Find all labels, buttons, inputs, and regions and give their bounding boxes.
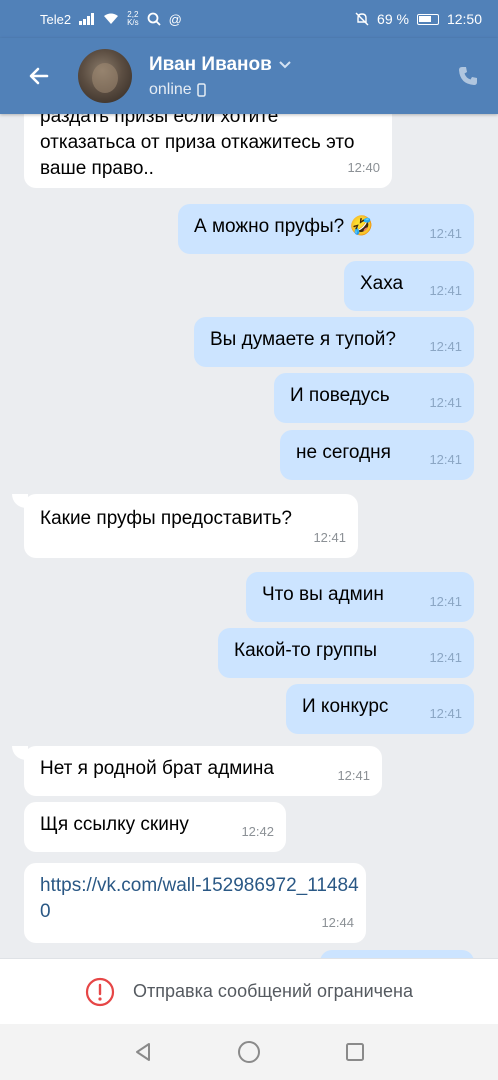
battery-percent: 69 % <box>377 11 409 27</box>
message-bubble-out[interactable]: Хаха 12:41 <box>344 261 474 311</box>
back-button[interactable] <box>0 38 78 114</box>
message-text: И поведусь <box>290 385 390 406</box>
restriction-text: Отправка сообщений ограничена <box>133 981 413 1001</box>
avatar[interactable] <box>78 49 132 103</box>
nav-recents-button[interactable] <box>335 1032 375 1072</box>
message-time: 12:40 <box>347 160 380 175</box>
message-bubble-out[interactable]: И поведусь 12:41 <box>274 373 474 423</box>
carrier-label: Tele2 <box>40 11 72 27</box>
system-nav-bar <box>0 1024 498 1080</box>
signal-icon <box>79 13 95 25</box>
message-text: Какой-то группы <box>234 640 378 661</box>
message-bubble-out[interactable]: не сегодня 12:41 <box>280 430 474 480</box>
message-time: 12:41 <box>429 650 462 665</box>
message-text: Хаха <box>360 273 404 294</box>
message-time: 12:41 <box>429 283 462 298</box>
battery-icon <box>416 13 439 25</box>
message-time: 12:41 <box>429 594 462 609</box>
contact-info[interactable]: Иван Иванов online <box>149 54 438 99</box>
message-text: Вы думаете я тупой? <box>210 329 396 350</box>
back-triangle-icon <box>136 1043 150 1061</box>
mute-bell-icon <box>355 12 369 26</box>
messaging-restricted-banner: Отправка сообщений ограничена <box>0 958 498 1024</box>
message-time: 12:41 <box>429 452 462 467</box>
contact-status: online <box>149 80 192 98</box>
clock: 12:50 <box>446 11 482 27</box>
message-text: Что вы админ <box>262 584 384 605</box>
message-text: Какие пруфы предоставить? <box>40 508 292 529</box>
call-button[interactable] <box>438 64 498 88</box>
message-time: 12:44 <box>321 915 354 930</box>
message-time: 12:41 <box>337 768 370 783</box>
message-bubble-in[interactable]: Нет я родной брат админа 12:41 <box>24 746 382 796</box>
message-text: И конкурс <box>302 696 389 717</box>
chat-header: Иван Иванов online <box>0 38 498 114</box>
message-bubble-out[interactable]: Что вы админ 12:41 <box>246 572 474 622</box>
message-bubble-out[interactable]: Вы думаете я тупой? 12:41 <box>194 317 474 367</box>
message-bubble-in[interactable]: раздать призы если хотите отказатьса от … <box>24 114 392 188</box>
message-bubble-out[interactable]: И конкурс 12:41 <box>286 684 474 734</box>
wifi-icon <box>103 13 119 25</box>
message-bubble-in[interactable]: Щя ссылку скину 12:42 <box>24 802 286 852</box>
message-text: А можно пруфы? 🤣 <box>194 216 374 237</box>
message-time: 12:41 <box>429 706 462 721</box>
contact-name: Иван Иванов <box>149 53 272 75</box>
message-bubble-in[interactable]: https://vk.com/wall-152986972_114840 12:… <box>24 863 366 943</box>
error-circle-icon <box>85 977 115 1006</box>
message-time: 12:41 <box>313 530 346 545</box>
message-text: Щя ссылку скину <box>40 814 189 835</box>
network-speed: 2,2 K/s <box>127 10 139 27</box>
partial-bubble-out <box>320 950 474 958</box>
nav-home-button[interactable] <box>229 1032 269 1072</box>
message-bubble-out[interactable]: А можно пруфы? 🤣 12:41 <box>178 204 474 254</box>
chevron-down-icon <box>279 60 291 68</box>
at-sign-icon: @ <box>168 11 182 27</box>
message-bubble-in[interactable]: Какие пруфы предоставить? 12:41 <box>24 494 358 558</box>
search-icon <box>147 12 161 26</box>
message-text: раздать призы если хотите <box>40 114 279 127</box>
message-bubble-out[interactable]: Какой-то группы 12:41 <box>218 628 474 678</box>
mobile-device-icon <box>196 82 206 97</box>
nav-back-button[interactable] <box>123 1032 163 1072</box>
home-circle-icon <box>238 1041 260 1063</box>
message-list[interactable]: раздать призы если хотите отказатьса от … <box>0 114 498 958</box>
status-bar: Tele2 2,2 K/s @ 69 % 12:50 <box>0 0 498 38</box>
arrow-left-icon <box>29 67 49 85</box>
phone-icon <box>459 67 477 85</box>
message-time: 12:41 <box>429 395 462 410</box>
recents-square-icon <box>346 1043 364 1061</box>
message-text: не сегодня <box>296 442 391 463</box>
message-time: 12:41 <box>429 226 462 241</box>
message-link[interactable]: https://vk.com/wall-152986972_114840 <box>40 873 360 925</box>
message-time: 12:42 <box>241 824 274 839</box>
message-text: Нет я родной брат админа <box>40 758 274 779</box>
message-time: 12:41 <box>429 339 462 354</box>
message-text: отказатьса от приза откажитесь это ваше … <box>40 132 355 179</box>
